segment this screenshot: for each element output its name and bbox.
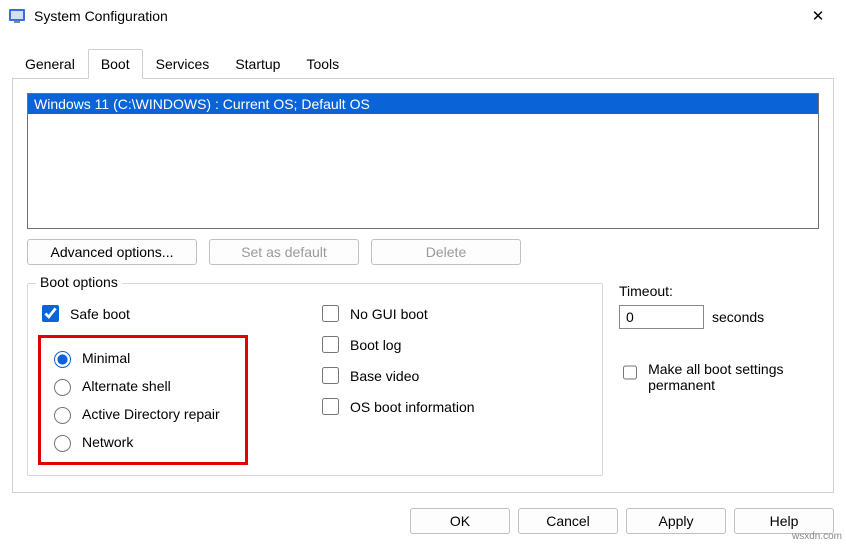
boot-log-label[interactable]: Boot log: [318, 329, 592, 360]
ad-repair-text: Active Directory repair: [82, 406, 220, 422]
no-gui-boot-label[interactable]: No GUI boot: [318, 298, 592, 329]
tab-general[interactable]: General: [12, 49, 88, 79]
set-as-default-button: Set as default: [209, 239, 359, 265]
titlebar: System Configuration ✕: [0, 0, 846, 32]
ok-button[interactable]: OK: [410, 508, 510, 534]
highlight-box: Minimal Alternate shell Active Directory…: [38, 335, 248, 465]
tab-bar: General Boot Services Startup Tools: [0, 32, 846, 78]
permanent-text: Make all boot settings permanent: [648, 361, 819, 393]
alternate-shell-radio[interactable]: [54, 379, 71, 396]
safe-boot-checkbox[interactable]: [42, 305, 59, 322]
minimal-text: Minimal: [82, 350, 130, 366]
timeout-label: Timeout:: [619, 283, 819, 299]
app-icon: [8, 7, 26, 25]
window-title: System Configuration: [34, 8, 798, 24]
boot-options-col2: No GUI boot Boot log Base video OS boot …: [318, 298, 592, 465]
ad-repair-radio[interactable]: [54, 407, 71, 424]
tab-panel-boot: Windows 11 (C:\WINDOWS) : Current OS; De…: [12, 78, 834, 493]
minimal-radio-label[interactable]: Minimal: [49, 344, 237, 372]
permanent-checkbox-label[interactable]: Make all boot settings permanent: [619, 357, 819, 397]
os-boot-info-checkbox[interactable]: [322, 398, 339, 415]
close-button[interactable]: ✕: [798, 7, 838, 25]
network-radio[interactable]: [54, 435, 71, 452]
boot-options-legend: Boot options: [36, 274, 122, 290]
timeout-area: Timeout: seconds Make all boot settings …: [619, 283, 819, 476]
apply-button[interactable]: Apply: [626, 508, 726, 534]
safe-boot-checkbox-label[interactable]: Safe boot: [38, 298, 318, 329]
base-video-label[interactable]: Base video: [318, 360, 592, 391]
network-text: Network: [82, 434, 133, 450]
boot-log-checkbox[interactable]: [322, 336, 339, 353]
safe-boot-text: Safe boot: [70, 306, 130, 322]
ad-repair-radio-label[interactable]: Active Directory repair: [49, 400, 237, 428]
dialog-footer: OK Cancel Apply Help: [410, 508, 834, 534]
boot-options-col1: Safe boot Minimal Alternate shell Active…: [38, 298, 318, 465]
tab-services[interactable]: Services: [143, 49, 223, 79]
base-video-text: Base video: [350, 368, 419, 384]
base-video-checkbox[interactable]: [322, 367, 339, 384]
tab-tools[interactable]: Tools: [293, 49, 352, 79]
no-gui-boot-checkbox[interactable]: [322, 305, 339, 322]
alternate-shell-text: Alternate shell: [82, 378, 171, 394]
tab-startup[interactable]: Startup: [222, 49, 293, 79]
os-list-item-selected[interactable]: Windows 11 (C:\WINDOWS) : Current OS; De…: [28, 94, 818, 114]
os-button-row: Advanced options... Set as default Delet…: [27, 239, 819, 265]
os-listbox[interactable]: Windows 11 (C:\WINDOWS) : Current OS; De…: [27, 93, 819, 229]
advanced-options-button[interactable]: Advanced options...: [27, 239, 197, 265]
minimal-radio[interactable]: [54, 351, 71, 368]
no-gui-boot-text: No GUI boot: [350, 306, 428, 322]
delete-button: Delete: [371, 239, 521, 265]
alternate-shell-radio-label[interactable]: Alternate shell: [49, 372, 237, 400]
os-boot-info-text: OS boot information: [350, 399, 475, 415]
tab-boot[interactable]: Boot: [88, 49, 143, 79]
boot-options-group: Boot options Safe boot Minimal Alternate…: [27, 283, 603, 476]
boot-log-text: Boot log: [350, 337, 401, 353]
cancel-button[interactable]: Cancel: [518, 508, 618, 534]
permanent-checkbox[interactable]: [623, 364, 637, 381]
network-radio-label[interactable]: Network: [49, 428, 237, 456]
os-boot-info-label[interactable]: OS boot information: [318, 391, 592, 422]
timeout-input[interactable]: [619, 305, 704, 329]
timeout-unit: seconds: [712, 309, 764, 325]
watermark: wsxdn.com: [792, 531, 842, 542]
